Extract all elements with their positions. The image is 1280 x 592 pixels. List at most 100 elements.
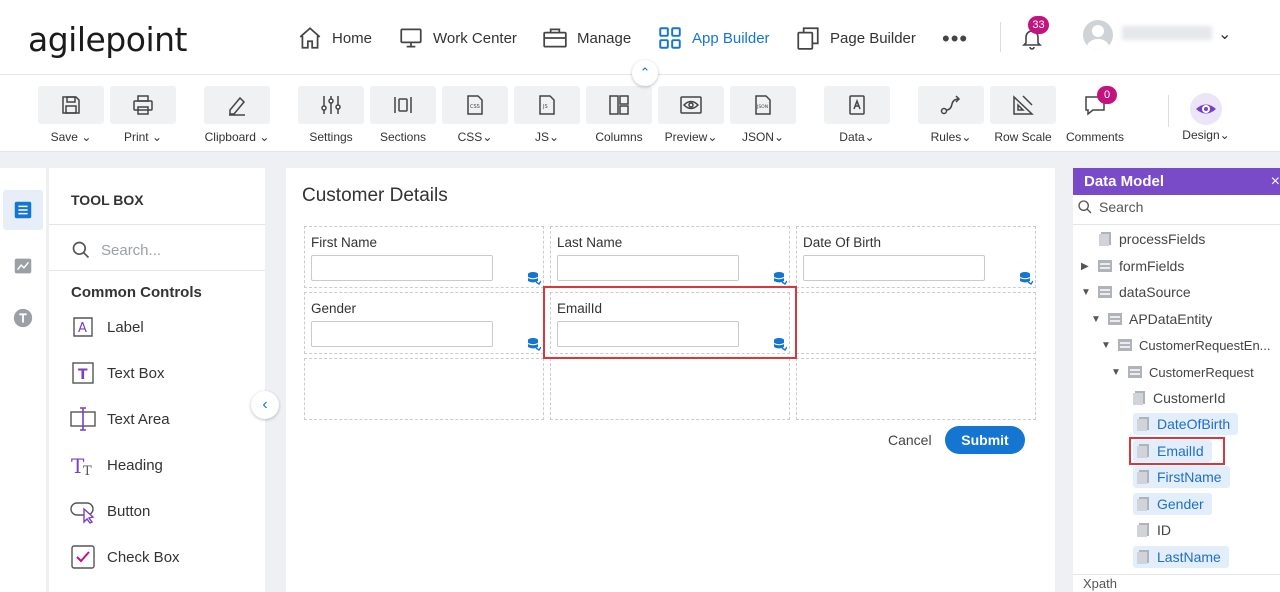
- tree-node-customer-request[interactable]: ▼ CustomerRequest: [1111, 361, 1254, 383]
- database-icon[interactable]: [1019, 271, 1033, 285]
- database-icon[interactable]: [773, 271, 787, 285]
- nav-page-builder[interactable]: Page Builder: [795, 24, 916, 52]
- tree-node-process-fields[interactable]: processFields: [1083, 228, 1205, 250]
- last-name-label: Last Name: [557, 235, 623, 250]
- toolbox-item-text-box[interactable]: T Text Box: [69, 358, 165, 388]
- comments-button[interactable]: Comments: [1062, 86, 1128, 144]
- submit-button[interactable]: Submit: [945, 426, 1025, 454]
- sections-button[interactable]: Sections: [370, 86, 436, 144]
- toolbox-item-button-text: Button: [107, 502, 151, 520]
- form-cell-empty[interactable]: [304, 358, 544, 420]
- field-doc-icon: [1137, 470, 1149, 484]
- first-name-input[interactable]: [311, 255, 493, 281]
- date-of-birth-label: Date Of Birth: [803, 235, 882, 250]
- row-scale-button[interactable]: Row Scale: [990, 86, 1056, 144]
- text-area-control-icon: [70, 407, 96, 431]
- clipboard-label: Clipboard: [204, 130, 256, 144]
- tree-node-customer-request-entity[interactable]: ▼ CustomerRequestEn...: [1101, 334, 1271, 356]
- tree-node-form-fields[interactable]: ▶ formFields: [1081, 255, 1184, 277]
- json-button[interactable]: JSON JSON⌄: [730, 86, 796, 144]
- form-cell-last-name[interactable]: Last Name: [550, 226, 790, 288]
- print-button[interactable]: Print ⌄: [110, 86, 176, 144]
- list-icon: [14, 201, 32, 219]
- common-controls-heading: Common Controls: [71, 284, 202, 301]
- svg-text:T: T: [78, 367, 88, 383]
- nav-app-builder[interactable]: App Builder: [657, 24, 770, 52]
- comments-label: Comments: [1065, 130, 1124, 144]
- form-cell-first-name[interactable]: First Name: [304, 226, 544, 288]
- design-menu[interactable]: Design⌄: [1173, 128, 1239, 142]
- tree-node-label: ID: [1157, 522, 1171, 538]
- nav-home[interactable]: Home: [297, 24, 372, 52]
- columns-label: Columns: [595, 130, 643, 144]
- rules-button[interactable]: Rules⌄: [918, 86, 984, 144]
- username-blurred[interactable]: [1122, 26, 1212, 40]
- tree-node-label: processFields: [1119, 231, 1206, 247]
- tree-node-first-name[interactable]: FirstName: [1133, 466, 1230, 488]
- tree-node-customer-id[interactable]: CustomerId: [1133, 387, 1225, 409]
- tree-node-label: CustomerRequest: [1149, 364, 1254, 380]
- toolbox-item-label[interactable]: A Label: [69, 312, 144, 342]
- date-of-birth-input[interactable]: [803, 255, 985, 281]
- field-doc-icon: [1137, 550, 1149, 564]
- nav-page-builder-label: Page Builder: [830, 29, 916, 47]
- database-icon[interactable]: [527, 337, 541, 351]
- tree-node-ap-data-entity[interactable]: ▼ APDataEntity: [1091, 308, 1212, 330]
- search-icon: [72, 241, 90, 259]
- form-cell-empty[interactable]: [796, 292, 1036, 354]
- more-menu-icon[interactable]: •••: [942, 26, 968, 52]
- nav-home-label: Home: [332, 29, 373, 47]
- toolbox-item-heading[interactable]: TT Heading: [69, 450, 163, 480]
- save-button[interactable]: Save ⌄: [38, 86, 104, 144]
- rail-toolbox-button[interactable]: [3, 190, 43, 230]
- cancel-button[interactable]: Cancel: [888, 432, 932, 448]
- toolbox-item-text-box-text: Text Box: [107, 364, 165, 382]
- sections-icon: [394, 97, 412, 113]
- text-circle-icon: [13, 308, 33, 328]
- data-model-search-input[interactable]: Search: [1077, 199, 1143, 215]
- nav-manage[interactable]: Manage: [542, 24, 631, 52]
- nav-work-center[interactable]: Work Center: [398, 24, 517, 52]
- collapse-toolbox-button[interactable]: ‹: [251, 391, 279, 419]
- print-label: Print: [123, 130, 149, 144]
- clipboard-button[interactable]: Clipboard ⌄: [204, 86, 270, 144]
- form-cell-empty[interactable]: [796, 358, 1036, 420]
- agilepoint-logo[interactable]: agilepoint: [28, 20, 187, 59]
- heading-control-icon: TT: [71, 454, 92, 479]
- tree-node-data-source[interactable]: ▼ dataSource: [1081, 281, 1191, 303]
- last-name-input[interactable]: [557, 255, 739, 281]
- toolbox-item-text-area[interactable]: Text Area: [69, 404, 170, 434]
- columns-button[interactable]: Columns: [586, 86, 652, 144]
- rail-text-button[interactable]: [3, 298, 43, 338]
- close-icon[interactable]: ×: [1271, 168, 1280, 195]
- collapse-ribbon-button[interactable]: ⌃: [632, 60, 658, 86]
- xpath-field[interactable]: Xpath: [1073, 574, 1280, 592]
- form-cell-empty[interactable]: [550, 358, 790, 420]
- form-cell-gender[interactable]: Gender: [304, 292, 544, 354]
- tree-node-date-of-birth[interactable]: DateOfBirth: [1133, 413, 1239, 435]
- toolbox-item-button[interactable]: Button: [69, 496, 150, 526]
- sliders-icon: [321, 96, 341, 114]
- tree-node-gender[interactable]: Gender: [1133, 493, 1212, 515]
- database-icon[interactable]: [527, 271, 541, 285]
- settings-button[interactable]: Settings: [298, 86, 364, 144]
- chevron-down-icon[interactable]: ⌄: [1218, 24, 1231, 44]
- check-box-control-icon: [71, 545, 95, 569]
- gender-input[interactable]: [311, 321, 493, 347]
- user-avatar[interactable]: [1083, 20, 1113, 50]
- design-button[interactable]: [1190, 93, 1222, 125]
- tree-node-last-name[interactable]: LastName: [1133, 546, 1229, 568]
- css-button[interactable]: CSS CSS⌄: [442, 86, 508, 144]
- data-button[interactable]: Data⌄: [824, 86, 890, 144]
- tree-node-label: CustomerRequestEn...: [1139, 337, 1271, 353]
- rail-chart-button[interactable]: [3, 246, 43, 286]
- tree-node-id[interactable]: ID: [1137, 519, 1171, 541]
- settings-label: Settings: [309, 130, 353, 144]
- toolbox-item-heading-text: Heading: [107, 456, 163, 474]
- preview-button[interactable]: Preview⌄: [658, 86, 724, 144]
- toolbox-search-input[interactable]: Search...: [71, 236, 257, 264]
- js-button[interactable]: JS JS⌄: [514, 86, 580, 144]
- toolbox-item-check-box[interactable]: Check Box: [69, 542, 180, 572]
- rules-label: Rules: [930, 130, 962, 144]
- form-cell-date-of-birth[interactable]: Date Of Birth: [796, 226, 1036, 288]
